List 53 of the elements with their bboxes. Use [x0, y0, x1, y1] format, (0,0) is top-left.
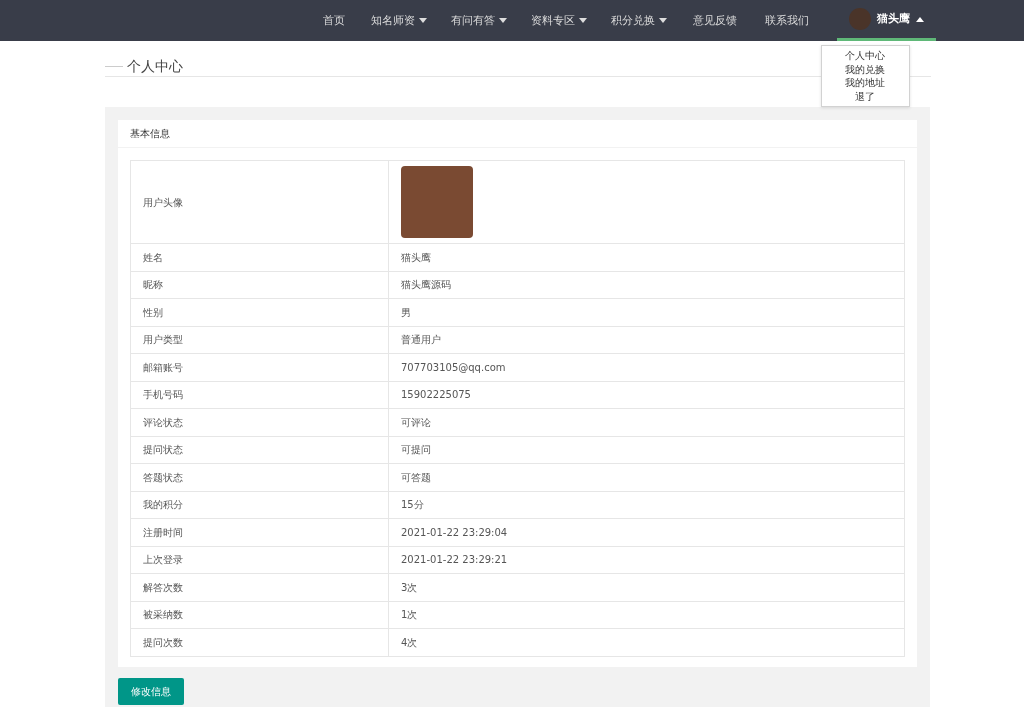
page-title: 个人中心: [127, 57, 183, 76]
field-value: 15分: [388, 491, 905, 519]
field-label: 用户头像: [130, 160, 389, 244]
caret-icon: [915, 16, 924, 22]
field-value: 707703105@qq.com: [388, 353, 905, 381]
nav-link[interactable]: 意见反馈: [678, 0, 751, 41]
field-label: 姓名: [130, 243, 389, 271]
caret-icon: [658, 18, 667, 23]
field-value: 可提问: [388, 436, 905, 464]
field-value: 1次: [388, 601, 905, 629]
field-label: 被采纳数: [130, 601, 389, 629]
nav-link[interactable]: 有问有答: [438, 0, 519, 41]
menu-item[interactable]: 个人中心: [821, 49, 909, 63]
menu-item[interactable]: 我的兑换: [821, 62, 909, 76]
avatar: [848, 8, 871, 30]
field-label: 性别: [130, 298, 389, 326]
nav-link[interactable]: 资料专区: [518, 0, 599, 41]
field-value: 男: [388, 298, 905, 326]
caret-icon: [578, 18, 587, 23]
field-value: 可答题: [388, 463, 905, 491]
caret-icon: [418, 18, 427, 23]
field-label: 上次登录: [130, 546, 389, 574]
field-value: 可评论: [388, 408, 905, 436]
field-label: 我的积分: [130, 491, 389, 519]
edit-info-button[interactable]: 修改信息: [118, 677, 184, 705]
field-label: 邮箱账号: [130, 353, 389, 381]
field-label: 手机号码: [130, 381, 389, 409]
nav-link[interactable]: 积分兑换: [598, 0, 679, 41]
field-value: 2021-01-22 23:29:04: [388, 518, 905, 546]
field-label: 提问状态: [130, 436, 389, 464]
field-value: 猫头鹰源码: [388, 271, 905, 299]
menu-item[interactable]: 退了: [821, 89, 909, 103]
field-value: 2021-01-22 23:29:21: [388, 546, 905, 574]
caret-icon: [498, 18, 507, 23]
field-value: 猫头鹰: [388, 243, 905, 271]
field-label: 用户类型: [130, 326, 389, 354]
nav-link[interactable]: 首页: [308, 0, 359, 41]
photo-placeholder: [401, 166, 473, 238]
field-label: 评论状态: [130, 408, 389, 436]
nav-link[interactable]: 联系我们: [750, 0, 823, 41]
field-label: 解答次数: [130, 573, 389, 601]
menu-item[interactable]: 我的地址: [821, 76, 909, 90]
field-label: 昵称: [130, 271, 389, 299]
user-name: 猫头鹰: [876, 11, 910, 27]
nav-link[interactable]: 知名师资: [358, 0, 439, 41]
field-value: 普通用户: [388, 326, 905, 354]
field-value: 4次: [388, 628, 905, 656]
field-value: 15902225075: [388, 381, 905, 409]
field-value: 3次: [388, 573, 905, 601]
field-label: 注册时间: [130, 518, 389, 546]
field-label: 提问次数: [130, 628, 389, 656]
card-title: 基本信息: [118, 120, 917, 148]
field-label: 答题状态: [130, 463, 389, 491]
